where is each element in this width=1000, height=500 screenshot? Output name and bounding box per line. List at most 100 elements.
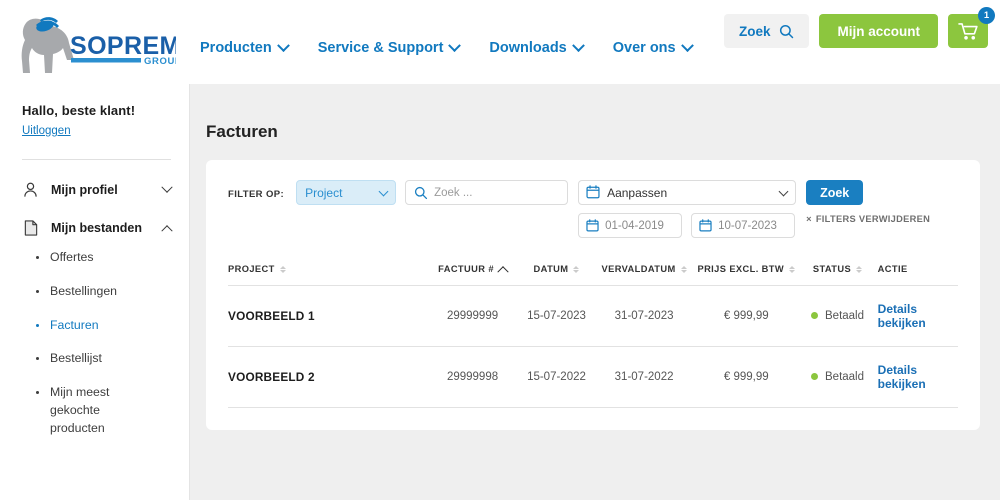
nav-item-service-support-label: Service & Support (317, 40, 444, 56)
search-icon (780, 24, 794, 38)
main-content: Facturen FILTER OP: Project Zoek ... Aan… (190, 84, 1000, 500)
chevron-down-icon (680, 38, 694, 52)
cell-status: Betaald (797, 346, 878, 407)
sidebar-item-bestellijst-label: Bestellijst (50, 351, 102, 366)
filter-search-input[interactable] (406, 181, 568, 204)
header-search-button[interactable]: Zoek (723, 14, 810, 48)
sort-icon (680, 265, 687, 273)
site-header: SOPREMA GROUP Producten Service & Suppor… (0, 0, 1000, 84)
nav-item-over-ons-label: Over ons (612, 40, 676, 56)
column-header-factuur-label: FACTUUR # (438, 264, 494, 274)
date-filter-column: Aanpassen (578, 180, 797, 238)
sort-icon (279, 265, 286, 273)
status-dot-icon (811, 312, 818, 320)
column-header-actie-label: ACTIE (877, 264, 908, 274)
nav-item-downloads-label: Downloads (489, 40, 567, 56)
greeting-text: Hallo, beste klant! (22, 103, 136, 118)
cart-button[interactable]: 1 (948, 7, 995, 48)
status-dot-icon (811, 373, 818, 381)
page-title: Facturen (206, 122, 278, 141)
invoices-table-head: PROJECT FACTUUR # DATUM VERVALDATUM PRIJ… (228, 264, 958, 286)
soprema-logo[interactable]: SOPREMA GROUP (0, 0, 190, 84)
nav-item-producten-label: Producten (200, 40, 272, 56)
chevron-up-icon (161, 224, 173, 236)
column-header-vervaldatum[interactable]: VERVALDATUM (593, 264, 695, 286)
sidebar-item-bestellingen[interactable]: Bestellingen (36, 283, 171, 301)
column-header-factuur[interactable]: FACTUUR # (425, 264, 520, 286)
cell-price: € 999,99 (695, 285, 798, 347)
table-footer-divider (228, 407, 958, 408)
chevron-down-icon (276, 38, 290, 52)
table-header-row: PROJECT FACTUUR # DATUM VERVALDATUM PRIJ… (228, 264, 958, 286)
sort-ascending-icon (497, 266, 509, 278)
calendar-icon (699, 219, 712, 232)
sidebar-item-bestellijst[interactable]: Bestellijst (36, 350, 171, 368)
sidebar-item-offertes[interactable]: Offertes (36, 249, 171, 267)
cell-due-date: 31-07-2022 (592, 346, 696, 407)
account-sidebar: Hallo, beste klant! Uitloggen Mijn profi… (0, 84, 190, 500)
cell-price: € 999,99 (695, 346, 798, 407)
column-header-project-label: PROJECT (228, 264, 275, 274)
soprema-logo-icon: SOPREMA GROUP (21, 17, 176, 73)
column-header-status[interactable]: STATUS (797, 264, 877, 286)
column-header-datum[interactable]: DATUM (520, 264, 593, 286)
main-navigation: Producten Service & Support Downloads Ov… (200, 28, 694, 56)
date-range-select[interactable]: Aanpassen (578, 180, 797, 205)
logout-link[interactable]: Uitloggen (22, 125, 71, 137)
date-from-field (578, 213, 683, 238)
filter-search-button[interactable]: Zoek (806, 180, 864, 205)
column-header-prijs[interactable]: PRIJS EXCL. BTW (695, 264, 797, 286)
cell-date: 15-07-2022 (519, 346, 593, 407)
nav-item-over-ons[interactable]: Over ons (612, 38, 694, 56)
bullet-icon (36, 323, 39, 327)
sidebar-item-facturen-label: Facturen (50, 317, 99, 332)
nav-item-downloads[interactable]: Downloads (489, 38, 585, 56)
sidebar-item-bestellingen-label: Bestellingen (50, 283, 117, 298)
nav-item-service-support[interactable]: Service & Support (317, 38, 462, 56)
column-header-status-label: STATUS (812, 264, 852, 274)
clear-filters-button[interactable]: × FILTERS VERWIJDEREN (806, 214, 930, 224)
column-header-project[interactable]: PROJECT (228, 264, 425, 286)
bullet-icon (36, 289, 39, 293)
details-link[interactable]: Details bekijken (878, 302, 926, 330)
filter-actions: Zoek × FILTERS VERWIJDEREN (806, 180, 930, 224)
column-header-vervaldatum-label: VERVALDATUM (601, 264, 676, 274)
cart-badge: 1 (978, 7, 995, 24)
invoices-card: FILTER OP: Project Zoek ... Aanpassen 01… (206, 160, 980, 430)
nav-item-producten[interactable]: Producten (200, 38, 290, 56)
sidebar-item-meest-gekochte-producten[interactable]: Mijn meest gekochte producten (36, 384, 171, 437)
date-range-select-wrap: Aanpassen (578, 180, 797, 205)
close-icon: × (806, 214, 812, 224)
cell-due-date: 31-07-2023 (592, 285, 696, 347)
search-icon (414, 186, 428, 200)
column-header-actie: ACTIE (878, 264, 958, 286)
my-account-button[interactable]: Mijn account (819, 14, 938, 48)
filter-search-box (405, 180, 569, 205)
sidebar-item-offertes-label: Offertes (50, 250, 94, 264)
details-link[interactable]: Details bekijken (878, 363, 926, 391)
bullet-icon (36, 256, 39, 259)
sidebar-group-mijn-profiel[interactable]: Mijn profiel (22, 181, 173, 198)
my-account-label: Mijn account (837, 23, 920, 39)
sidebar-item-facturen[interactable]: Facturen (36, 317, 171, 335)
page-root: SOPREMA GROUP Producten Service & Suppor… (0, 0, 1000, 500)
sidebar-submenu: Offertes Bestellingen Facturen Bestellij… (22, 249, 171, 438)
table-row: VOORBEELD 1 29999999 15-07-2023 31-07-20… (228, 285, 958, 347)
filter-label: FILTER OP: (228, 189, 285, 200)
status-badge: Betaald (825, 370, 865, 383)
cell-invoice-number: 29999999 (425, 285, 520, 347)
column-header-datum-label: DATUM (533, 264, 569, 274)
header-actions: Zoek Mijn account 1 (723, 7, 995, 48)
filter-field-select-wrap: Project (296, 180, 397, 205)
bullet-icon (36, 391, 39, 395)
cell-project: VOORBEELD 2 (228, 346, 426, 407)
chevron-down-icon (448, 38, 462, 52)
chevron-down-icon (571, 38, 585, 52)
cell-date: 15-07-2023 (519, 285, 593, 347)
header-search-label: Zoek (738, 23, 771, 39)
calendar-icon (586, 185, 600, 199)
sidebar-group-mijn-bestanden[interactable]: Mijn bestanden (22, 219, 173, 236)
calendar-icon (586, 219, 599, 232)
status-badge: Betaald (825, 309, 865, 322)
filter-field-select[interactable]: Project (296, 180, 397, 205)
